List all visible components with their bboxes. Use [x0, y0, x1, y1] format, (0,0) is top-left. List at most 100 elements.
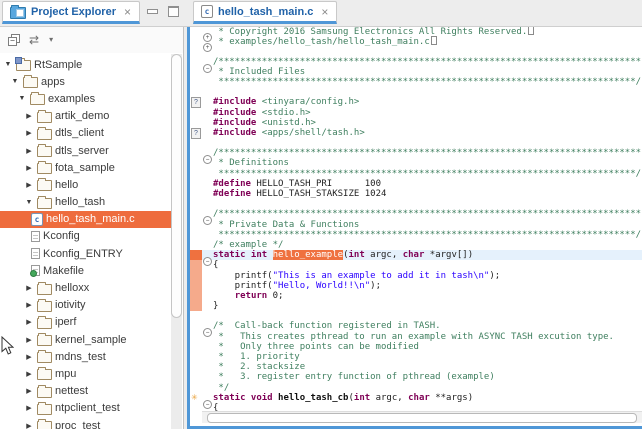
marker-gutter — [190, 260, 202, 270]
chevron-collapsed-icon[interactable]: ▶ — [24, 387, 34, 395]
tree-item-mdns_test[interactable]: ▶ mdns_test — [0, 348, 171, 365]
tree-item-mpu[interactable]: ▶ mpu — [0, 365, 171, 382]
code-line — [190, 138, 642, 148]
tree-item-ntpclient_test[interactable]: ▶ntpclient_test — [0, 400, 171, 417]
chevron-collapsed-icon[interactable]: ▶ — [24, 422, 34, 429]
chevron-expanded-icon[interactable]: ▼ — [10, 78, 20, 85]
tree-item-dtls_server[interactable]: ▶dtls_server — [0, 142, 171, 159]
chevron-collapsed-icon[interactable]: ▶ — [24, 336, 34, 344]
fold-expand-icon[interactable]: + — [202, 36, 213, 46]
tree-item-hello_tash[interactable]: ▼hello_tash — [0, 194, 171, 211]
tree-item-apps[interactable]: ▼apps — [0, 73, 171, 90]
fold-collapse-icon[interactable]: − — [202, 148, 213, 158]
tree-item-helloxx[interactable]: ▶ helloxx — [0, 279, 171, 296]
project-tree[interactable]: ▼RtSample▼apps▼examples▶artik_demo▶dtls_… — [0, 54, 171, 429]
code-editor[interactable]: + * Copyright 2016 Samsung Electronics A… — [187, 26, 642, 429]
code-line: * Private Data & Functions — [190, 220, 642, 230]
view-menu-icon[interactable]: ▾ — [49, 34, 53, 46]
chevron-expanded-icon[interactable]: ▼ — [24, 199, 34, 206]
tree-item-artik_demo[interactable]: ▶artik_demo — [0, 108, 171, 125]
close-icon[interactable]: × — [321, 7, 328, 17]
marker-gutter — [190, 291, 202, 301]
tree-scrollbar-track[interactable] — [171, 54, 182, 429]
chevron-collapsed-icon[interactable]: ▶ — [24, 404, 34, 412]
tree-item-label: mpu — [55, 368, 76, 380]
tree-item-Kconfig[interactable]: Kconfig — [0, 228, 171, 245]
fold-gutter — [202, 230, 213, 240]
fold-collapse-icon[interactable]: − — [202, 57, 213, 67]
chevron-collapsed-icon[interactable]: ▶ — [24, 164, 34, 172]
tree-item-label: mdns_test — [55, 351, 106, 363]
chevron-collapsed-icon[interactable]: ▶ — [24, 370, 34, 378]
close-icon[interactable]: × — [124, 7, 131, 17]
marker-gutter — [190, 311, 202, 321]
fold-gutter — [202, 342, 213, 352]
fold-gutter — [202, 158, 213, 168]
tree-item-proc_test[interactable]: ▶proc_test — [0, 417, 171, 429]
fold-gutter — [202, 189, 213, 199]
tree-item-iotivity[interactable]: ▶iotivity — [0, 297, 171, 314]
chevron-expanded-icon[interactable]: ▼ — [3, 61, 13, 68]
chevron-collapsed-icon[interactable]: ▶ — [24, 147, 34, 155]
fold-gutter — [202, 128, 213, 138]
code-line: * Only three points can be modified — [190, 342, 642, 352]
fold-collapse-icon[interactable]: − — [202, 393, 213, 403]
link-with-editor-icon[interactable]: ⇄ — [29, 34, 39, 46]
tree-item-examples[interactable]: ▼examples — [0, 90, 171, 107]
code-line: * Included Files — [190, 67, 642, 77]
tree-item-label: iperf — [55, 316, 76, 328]
tree-item-hello[interactable]: ▶hello — [0, 176, 171, 193]
marker-gutter — [190, 383, 202, 393]
maximize-button[interactable] — [167, 6, 180, 17]
folder-icon — [37, 301, 52, 312]
code-line: * 3. register entry function of pthread … — [190, 372, 642, 382]
tree-item-kernel_sample[interactable]: ▶kernel_sample — [0, 331, 171, 348]
tree-item-hello_tash_main.c[interactable]: chello_tash_main.c — [0, 211, 171, 228]
fold-gutter — [202, 260, 213, 270]
folder-icon — [37, 163, 52, 174]
marker-gutter — [190, 281, 202, 291]
horizontal-scrollbar-thumb[interactable] — [207, 413, 637, 423]
tree-item-label: helloxx — [55, 282, 89, 294]
tab-hello-tash-main-c[interactable]: c hello_tash_main.c × — [193, 1, 337, 24]
chevron-expanded-icon[interactable]: ▼ — [17, 95, 27, 102]
fold-collapse-icon[interactable]: − — [202, 321, 213, 331]
tree-item-iperf[interactable]: ▶ iperf — [0, 314, 171, 331]
fold-gutter — [202, 77, 213, 87]
chevron-collapsed-icon[interactable]: ▶ — [24, 301, 34, 309]
fold-expand-icon[interactable]: + — [202, 26, 213, 36]
minimize-button[interactable] — [146, 6, 159, 17]
horizontal-scrollbar-track[interactable] — [202, 411, 642, 423]
tab-project-explorer[interactable]: Project Explorer × — [2, 1, 140, 24]
collapse-all-icon[interactable]: − — [8, 34, 19, 45]
tree-item-Kconfig_ENTRY[interactable]: Kconfig_ENTRY — [0, 245, 171, 262]
chevron-collapsed-icon[interactable]: ▶ — [24, 318, 34, 326]
code-line: } — [190, 301, 642, 311]
tree-scrollbar-thumb[interactable] — [171, 54, 182, 318]
project-icon — [16, 60, 31, 71]
chevron-collapsed-icon[interactable]: ▶ — [24, 353, 34, 361]
marker-gutter — [190, 250, 202, 260]
chevron-collapsed-icon[interactable]: ▶ — [24, 284, 34, 292]
marker-gutter — [190, 26, 202, 36]
textfile-icon — [31, 231, 40, 242]
code-line: −static int hello_example(int argc, char… — [190, 250, 642, 260]
fold-gutter — [202, 291, 213, 301]
marker-gutter — [190, 362, 202, 372]
code-line — [190, 311, 642, 321]
tree-item-fota_sample[interactable]: ▶fota_sample — [0, 159, 171, 176]
marker-gutter — [190, 87, 202, 97]
fold-collapse-icon[interactable]: − — [202, 209, 213, 219]
fold-collapse-icon[interactable]: − — [202, 250, 213, 260]
chevron-collapsed-icon[interactable]: ▶ — [24, 112, 34, 120]
tree-item-RtSample[interactable]: ▼RtSample — [0, 56, 171, 73]
tree-item-dtls_client[interactable]: ▶dtls_client — [0, 125, 171, 142]
code-area[interactable]: + * Copyright 2016 Samsung Electronics A… — [190, 26, 642, 423]
fold-gutter — [202, 383, 213, 393]
chevron-collapsed-icon[interactable]: ▶ — [24, 181, 34, 189]
tree-item-Makefile[interactable]: Makefile — [0, 262, 171, 279]
tree-item-label: Makefile — [43, 265, 84, 277]
tree-item-nettest[interactable]: ▶nettest — [0, 383, 171, 400]
marker-gutter: ✳ — [190, 393, 202, 403]
chevron-collapsed-icon[interactable]: ▶ — [24, 129, 34, 137]
